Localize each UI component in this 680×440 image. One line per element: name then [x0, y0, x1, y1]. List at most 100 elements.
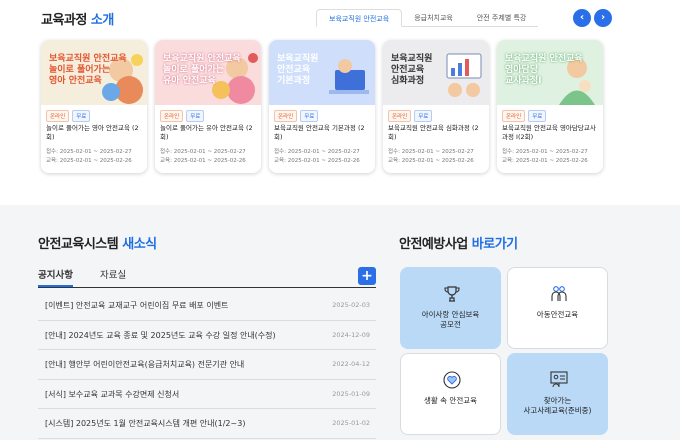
news-item[interactable]: [이벤트] 안전교육 교재교구 어린이집 무료 배포 이벤트 2025-02-0…	[38, 291, 376, 321]
title-main: 안전예방사업	[399, 237, 468, 252]
edu-period: 교육: 2025-02-01 ~ 2025-02-26	[388, 158, 474, 164]
edu-period: 교육: 2025-02-01 ~ 2025-02-26	[274, 158, 360, 164]
course-card[interactable]: 보육교직원 안전교육 영아담당 교사과정Ⅰ 온라인 무료 보육교직원 안전교육 …	[497, 40, 603, 173]
course-card[interactable]: 보육교직원 안전교육 기본과정 온라인 무료 보육교직원 안전교육 기본과정 (…	[269, 40, 375, 173]
course-intro-section: 교육과정 소개 보육교직원 안전교육 응급처치교육 안전 주제별 특강 ‹ › …	[0, 0, 680, 205]
course-badges: 온라인 무료	[274, 110, 319, 122]
title-accent: 소개	[90, 13, 114, 28]
news-item-date: 2022-04-12	[332, 360, 370, 368]
news-title: 안전교육시스템 새소식	[38, 233, 157, 252]
course-thumbnail: 보육교직원 안전교육 놀이로 풀어가는 영아 안전교육	[41, 40, 147, 105]
course-dates: 접수: 2025-02-01 ~ 2025-02-27 교육: 2025-02-…	[46, 148, 132, 166]
free-badge: 무료	[72, 110, 91, 122]
course-title: 보육교직원 안전교육 기본과정 (2회)	[274, 124, 365, 141]
news-item-title: [서식] 보수교육 교과목 수강면제 신청서	[45, 389, 180, 399]
course-title: 보육교직원 안전교육 영아담당교사과정 Ⅰ(2회)	[502, 124, 596, 141]
tile-label: 찾아가는 사고사례교육(준비중)	[523, 396, 592, 415]
online-badge: 온라인	[388, 110, 412, 122]
edu-period: 교육: 2025-02-01 ~ 2025-02-26	[502, 158, 588, 164]
tile-label: 아동안전교육	[536, 310, 579, 319]
course-dates: 접수: 2025-02-01 ~ 2025-02-27 교육: 2025-02-…	[274, 148, 360, 166]
tile-child-safety-education[interactable]: 아동안전교육	[507, 267, 608, 349]
course-badges: 온라인 무료	[388, 110, 433, 122]
thumbnail-text: 보육교직원 안전교육 영아담당 교사과정Ⅰ	[505, 54, 583, 86]
thumbnail-text: 보육교직원 안전교육 놀이로 풀어가는 유아 안전교육	[163, 54, 241, 86]
edu-period: 교육: 2025-02-01 ~ 2025-02-26	[46, 158, 132, 164]
online-badge: 온라인	[274, 110, 298, 122]
course-card-list: 보육교직원 안전교육 놀이로 풀어가는 영아 안전교육 온라인 무료 놀이로 풀…	[41, 40, 603, 173]
apply-period: 접수: 2025-02-01 ~ 2025-02-27	[502, 149, 588, 155]
tile-safe-care-contest[interactable]: 아이사랑 안심보육 공모전	[400, 267, 501, 349]
free-badge: 무료	[528, 110, 547, 122]
news-item-date: 2025-02-03	[332, 301, 370, 309]
safety-heart-icon	[443, 371, 461, 389]
tab-childcare-staff-safety[interactable]: 보육교직원 안전교육	[316, 9, 403, 27]
free-badge: 무료	[186, 110, 205, 122]
thumbnail-text: 보육교직원 안전교육 놀이로 풀어가는 영아 안전교육	[49, 54, 127, 86]
course-title: 보육교직원 안전교육 심화과정 (2회)	[388, 124, 479, 141]
tab-notices[interactable]: 공지사항	[38, 267, 73, 287]
next-arrow-button[interactable]: ›	[594, 9, 612, 27]
free-badge: 무료	[414, 110, 433, 122]
online-badge: 온라인	[502, 110, 526, 122]
prev-arrow-button[interactable]: ‹	[573, 9, 591, 27]
news-list: [이벤트] 안전교육 교재교구 어린이집 무료 배포 이벤트 2025-02-0…	[38, 291, 376, 439]
news-item-title: [안내] 2024년도 교육 종료 및 2025년도 교육 수강 일정 안내(수…	[45, 330, 276, 340]
apply-period: 접수: 2025-02-01 ~ 2025-02-27	[160, 149, 246, 155]
news-item[interactable]: [안내] 2024년도 교육 종료 및 2025년도 교육 수강 일정 안내(수…	[38, 321, 376, 350]
course-thumbnail: 보육교직원 안전교육 심화과정	[383, 40, 489, 105]
apply-period: 접수: 2025-02-01 ~ 2025-02-27	[46, 149, 132, 155]
course-card[interactable]: 보육교직원 안전교육 심화과정 온라인 무료 보육교직원 안전교육 심화과정 (…	[383, 40, 489, 173]
title-main: 교육과정	[41, 13, 87, 28]
apply-period: 접수: 2025-02-01 ~ 2025-02-27	[274, 149, 360, 155]
more-news-button[interactable]: +	[358, 267, 376, 285]
edu-period: 교육: 2025-02-01 ~ 2025-02-26	[160, 158, 246, 164]
course-badges: 온라인 무료	[502, 110, 547, 122]
title-accent: 새소식	[122, 237, 157, 252]
online-badge: 온라인	[160, 110, 184, 122]
course-badges: 온라인 무료	[160, 110, 205, 122]
bottom-section: 안전교육시스템 새소식 공지사항 자료실 + [이벤트] 안전교육 교재교구 어…	[0, 205, 680, 440]
title-accent: 바로가기	[471, 237, 518, 252]
tile-label: 생활 속 안전교육	[423, 396, 478, 405]
free-badge: 무료	[300, 110, 319, 122]
news-item-title: [이벤트] 안전교육 교재교구 어린이집 무료 배포 이벤트	[45, 301, 229, 310]
thumbnail-text: 보육교직원 안전교육 기본과정	[277, 54, 319, 86]
tab-topic-lecture[interactable]: 안전 주제별 특강	[464, 9, 539, 27]
tile-label: 아이사랑 안심보육 공모전	[421, 310, 480, 329]
news-item-date: 2025-01-09	[332, 389, 370, 398]
course-card[interactable]: 보육교직원 안전교육 놀이로 풀어가는 영아 안전교육 온라인 무료 놀이로 풀…	[41, 40, 147, 173]
tile-visiting-accident-case-education[interactable]: 찾아가는 사고사례교육(준비중)	[507, 353, 608, 435]
tab-resources[interactable]: 자료실	[100, 267, 126, 281]
title-main: 안전교육시스템	[38, 237, 119, 252]
news-item[interactable]: [안내] 행안부 어린이안전교육(응급처치교육) 전문기관 안내 2022-04…	[38, 350, 376, 380]
course-thumbnail: 보육교직원 안전교육 놀이로 풀어가는 유아 안전교육	[155, 40, 261, 105]
tab-first-aid[interactable]: 응급처치교육	[402, 9, 465, 27]
course-title: 놀이로 풀어가는 유아 안전교육 (2회)	[160, 124, 253, 141]
course-tabs: 보육교직원 안전교육 응급처치교육 안전 주제별 특강	[316, 9, 539, 27]
thumbnail-text: 보육교직원 안전교육 심화과정	[391, 54, 433, 86]
news-item-date: 2024-12-09	[332, 330, 370, 339]
trophy-icon	[444, 286, 460, 302]
news-tabs: 공지사항 자료실	[38, 267, 376, 288]
news-item-date: 2025-01-02	[332, 419, 370, 427]
online-badge: 온라인	[46, 110, 70, 122]
course-dates: 접수: 2025-02-01 ~ 2025-02-27 교육: 2025-02-…	[160, 148, 246, 166]
tile-everyday-safety-education[interactable]: 생활 속 안전교육	[400, 353, 501, 435]
course-thumbnail: 보육교직원 안전교육 기본과정	[269, 40, 375, 105]
course-intro-title: 교육과정 소개	[41, 9, 114, 28]
children-icon	[551, 286, 567, 301]
presentation-icon	[550, 371, 568, 388]
news-item-title: [안내] 행안부 어린이안전교육(응급처치교육) 전문기관 안내	[45, 360, 245, 369]
news-item-title: [시스템] 2025년도 1월 안전교육시스템 개편 안내(1/2~3)	[45, 419, 246, 428]
course-card[interactable]: 보육교직원 안전교육 놀이로 풀어가는 유아 안전교육 온라인 무료 놀이로 풀…	[155, 40, 261, 173]
news-item[interactable]: [시스템] 2025년도 1월 안전교육시스템 개편 안내(1/2~3) 202…	[38, 409, 376, 439]
news-item[interactable]: [서식] 보수교육 교과목 수강면제 신청서 2025-01-09	[38, 380, 376, 409]
course-badges: 온라인 무료	[46, 110, 91, 122]
course-dates: 접수: 2025-02-01 ~ 2025-02-27 교육: 2025-02-…	[502, 148, 588, 166]
course-dates: 접수: 2025-02-01 ~ 2025-02-27 교육: 2025-02-…	[388, 148, 474, 166]
course-thumbnail: 보육교직원 안전교육 영아담당 교사과정Ⅰ	[497, 40, 603, 105]
prevention-title: 안전예방사업 바로가기	[399, 233, 518, 252]
course-title: 놀이로 풀어가는 영아 안전교육 (2회)	[46, 124, 139, 141]
apply-period: 접수: 2025-02-01 ~ 2025-02-27	[388, 149, 474, 155]
